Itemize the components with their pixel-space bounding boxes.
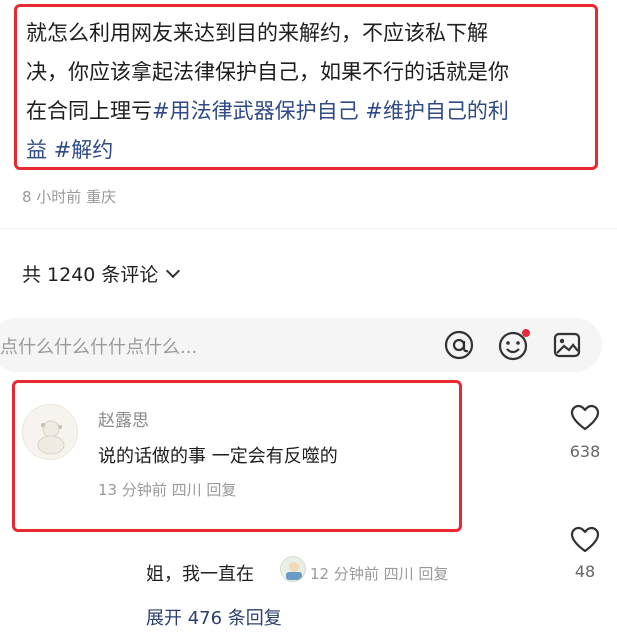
comment-input[interactable]: 点什么什么什什点什么... (0, 333, 197, 359)
post-line-2: 决，你应该拿起法律保护自己，如果不行的话就是你 (26, 60, 509, 84)
like-count: 48 (574, 562, 596, 581)
notification-dot (522, 329, 530, 337)
comment-count-label: 共 1240 条评论 (22, 264, 159, 286)
comment-meta[interactable]: 13 分钟前 四川 回复 (98, 479, 236, 500)
comment-author[interactable]: 赵露思 (98, 406, 149, 431)
chevron-down-icon (166, 263, 181, 278)
reply-meta[interactable]: 12 分钟前 四川 回复 (310, 563, 448, 584)
post-line-3: 在合同上理亏#用法律武器保护自己 #维护自己的利 (26, 92, 598, 131)
reply-avatar (280, 556, 306, 582)
reply-text: 姐，我一直在 (146, 564, 254, 585)
hashtag-terminate[interactable]: #解约 (54, 138, 114, 162)
post-line-1: 就怎么利用网友来达到目的来解约，不应该私下解 (26, 21, 488, 45)
hashtag-rights-cont[interactable]: 益 (26, 138, 47, 162)
divider (0, 228, 617, 229)
avatar[interactable] (22, 404, 78, 460)
hashtag-legal[interactable]: #用法律武器保护自己 (152, 99, 359, 123)
post-text-plain: 在合同上理亏 (26, 99, 152, 123)
post-meta: 8 小时前 重庆 (22, 188, 117, 206)
post-line-4: 益 #解约 (26, 131, 598, 170)
heart-icon[interactable] (570, 526, 600, 554)
hashtag-rights[interactable]: #维护自己的利 (365, 99, 509, 123)
expand-replies-link[interactable]: 展开 476 条回复 (146, 604, 282, 630)
heart-icon[interactable] (570, 404, 600, 432)
image-icon[interactable] (550, 328, 584, 362)
like-count: 638 (569, 442, 601, 461)
comment-text: 说的话做的事 一定会有反噬的 (98, 446, 338, 467)
at-icon[interactable] (442, 328, 476, 362)
post-text: 就怎么利用网友来达到目的来解约，不应该私下解 决，你应该拿起法律保护自己，如果不… (26, 14, 598, 170)
emoji-icon[interactable] (496, 328, 530, 362)
comment-count-sort[interactable]: 共 1240 条评论 (22, 260, 181, 287)
